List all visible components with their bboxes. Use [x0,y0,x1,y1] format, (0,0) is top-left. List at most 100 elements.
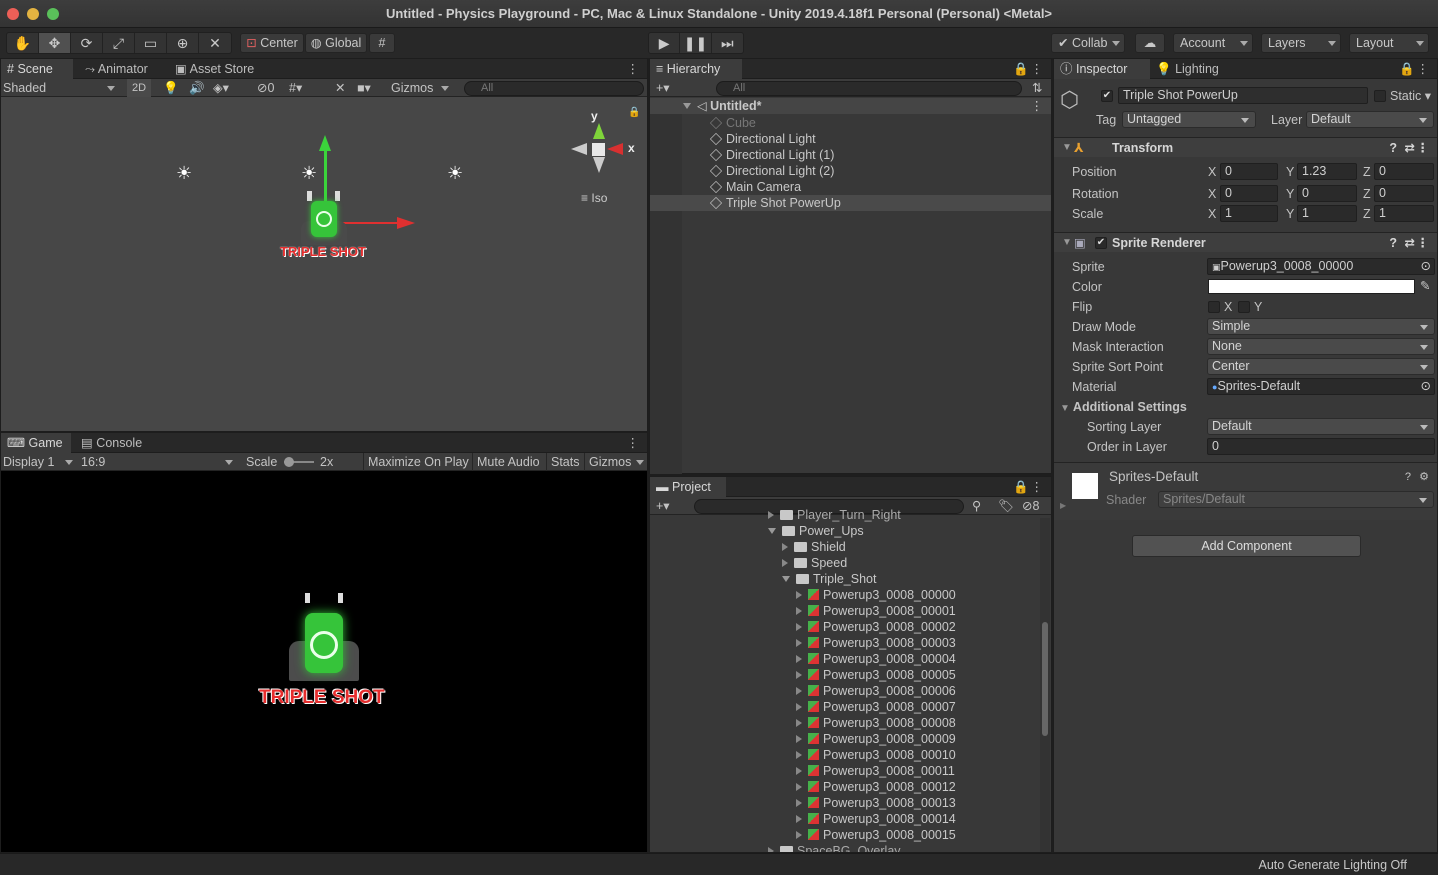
sprite-field[interactable]: ▣Powerup3_0008_00000 ⊙ [1207,258,1435,275]
sprite-asset[interactable]: Powerup3_0008_00013 [796,795,956,811]
account-dropdown[interactable]: Account [1173,33,1253,53]
lighting-toggle-icon[interactable]: 💡 [163,79,179,97]
sprite-renderer-header[interactable]: ▼ ▣ ✔ Sprite Renderer ? ⇄ ⋮ [1054,232,1437,252]
sprite-asset[interactable]: Powerup3_0008_00003 [796,635,956,651]
aspect-dropdown[interactable]: 16:9 [81,453,237,471]
project-tree-item[interactable]: SpaceBG_Overlay [768,843,901,852]
scale-slider-thumb[interactable] [284,457,294,467]
hierarchy-item[interactable]: Cube [709,115,756,131]
cloud-button[interactable]: ☁ [1135,33,1165,53]
sprite-asset[interactable]: Powerup3_0008_00002 [796,619,956,635]
flip-y-checkbox[interactable] [1238,301,1250,313]
flip-x-checkbox[interactable] [1208,301,1220,313]
2d-toggle[interactable]: 2D [127,79,151,97]
display-dropdown[interactable]: Display 1 [3,453,77,471]
camera-toggle-icon[interactable]: ■▾ [357,79,371,97]
sprite-asset[interactable]: Powerup3_0008_00007 [796,699,956,715]
hierarchy-search-input[interactable]: All [716,81,1022,96]
layers-dropdown[interactable]: Layers [1261,33,1341,53]
layer-dropdown[interactable]: Default [1306,111,1434,128]
rotation-y-field[interactable]: 0 [1297,185,1357,202]
tab-scene[interactable]: # Scene [1,59,73,79]
zoom-window-button[interactable] [47,8,59,20]
project-create-dropdown[interactable]: +▾ [656,497,670,515]
inspector-menu-icon[interactable]: ⋮ [1411,59,1438,79]
draw-mode-dropdown[interactable]: Simple [1207,318,1435,335]
hidden-packages-toggle[interactable]: ⊘8 [1022,497,1039,515]
color-swatch[interactable] [1208,279,1415,294]
orientation-neg-y-cone-icon[interactable] [593,157,605,173]
sprite-asset[interactable]: Powerup3_0008_00014 [796,811,956,827]
pivot-mode-button[interactable]: ⊡ Center [240,33,304,53]
effects-toggle-icon[interactable]: ◈▾ [213,79,229,97]
order-in-layer-field[interactable]: 0 [1207,438,1435,455]
orientation-center-cube[interactable] [592,143,605,156]
game-menu-icon[interactable]: ⋮ [621,433,648,453]
preset-icon[interactable]: ⇄ [1405,138,1415,158]
sprite-asset[interactable]: Powerup3_0008_00010 [796,747,956,763]
project-scrollbar[interactable] [1040,518,1050,852]
project-scrollbar-thumb[interactable] [1042,622,1048,736]
scale-y-field[interactable]: 1 [1297,205,1357,222]
project-folder-speed[interactable]: Speed [782,555,847,571]
orientation-y-cone-icon[interactable] [593,123,605,139]
rect-tool-icon[interactable]: ▭ [135,33,167,53]
hierarchy-menu-icon[interactable]: ⋮ [1025,59,1052,79]
sprite-asset[interactable]: Powerup3_0008_00009 [796,731,956,747]
hierarchy-item[interactable]: Directional Light (2) [709,163,834,179]
material-preview-swatch[interactable] [1072,473,1098,499]
static-dropdown[interactable]: Static ▾ [1390,88,1431,104]
create-dropdown[interactable]: +▾ [656,79,670,97]
mute-audio-toggle[interactable]: Mute Audio [472,453,544,471]
object-name-field[interactable]: Triple Shot PowerUp [1118,87,1368,104]
rotation-z-field[interactable]: 0 [1374,185,1434,202]
hierarchy-item[interactable]: Main Camera [709,179,801,195]
hierarchy-item[interactable]: Directional Light [709,131,816,147]
tab-lighting[interactable]: 💡 Lighting [1150,59,1227,79]
stats-toggle[interactable]: Stats [546,453,584,471]
help-icon[interactable]: ? [1405,469,1411,485]
sprite-asset[interactable]: Powerup3_0008_00000 [796,587,956,603]
position-z-field[interactable]: 0 [1374,163,1434,180]
minimize-window-button[interactable] [27,8,39,20]
close-window-button[interactable] [7,8,19,20]
orientation-x-cone-icon[interactable] [607,143,623,155]
settings-gear-icon[interactable]: ⚙ [1419,469,1429,485]
scene-menu-icon[interactable]: ⋮ [1031,98,1044,114]
project-folder-triple-shot[interactable]: Triple_Shot [782,571,876,587]
preset-icon[interactable]: ⇄ [1405,233,1415,253]
audio-toggle-icon[interactable]: 🔊 [189,79,205,97]
rotate-tool-icon[interactable]: ⟳ [71,33,103,53]
sprite-asset[interactable]: Powerup3_0008_00015 [796,827,956,843]
sprite-asset[interactable]: Powerup3_0008_00011 [796,763,955,779]
tab-hierarchy[interactable]: ≡ Hierarchy [650,59,742,79]
additional-settings-foldout[interactable]: ▼ Additional Settings [1060,399,1187,417]
tab-game[interactable]: ⌨ Game [1,433,71,453]
space-mode-button[interactable]: ◍ Global [305,33,367,53]
sprite-asset[interactable]: Powerup3_0008_00005 [796,667,956,683]
tab-inspector[interactable]: ⓘ Inspector [1054,59,1150,79]
sorting-layer-dropdown[interactable]: Default [1207,418,1435,435]
tab-console[interactable]: ▤ Console [75,433,150,453]
scene-root-row[interactable]: ◁ Untitled* ⋮ [650,98,1051,114]
custom-tool-icon[interactable]: ✕ [199,33,231,53]
sprite-sort-point-dropdown[interactable]: Center [1207,358,1435,375]
help-icon[interactable]: ? [1389,138,1397,158]
sprite-asset[interactable]: Powerup3_0008_00004 [796,651,956,667]
project-tree-item[interactable]: Player_Turn_Right [768,507,901,523]
scale-x-field[interactable]: 1 [1220,205,1278,222]
sprite-asset[interactable]: Powerup3_0008_00001 [796,603,956,619]
move-gizmo-x-arrow-icon[interactable] [397,217,415,229]
hidden-objects-toggle[interactable]: ⊘0 [257,79,274,97]
step-button[interactable]: ⏭ [712,33,743,53]
gizmos-dropdown[interactable]: Gizmos [391,79,453,97]
grid-toggle-icon[interactable]: #▾ [289,79,302,97]
scene-menu-icon[interactable]: ⋮ [621,59,648,79]
scene-search-input[interactable]: All [464,81,644,96]
sprite-asset[interactable]: Powerup3_0008_00008 [796,715,956,731]
object-picker-icon[interactable]: ⊙ [1421,379,1431,394]
snap-button[interactable]: # [369,33,395,53]
position-x-field[interactable]: 0 [1220,163,1278,180]
material-field[interactable]: ●Sprites-Default ⊙ [1207,378,1435,395]
add-component-button[interactable]: Add Component [1132,535,1361,557]
